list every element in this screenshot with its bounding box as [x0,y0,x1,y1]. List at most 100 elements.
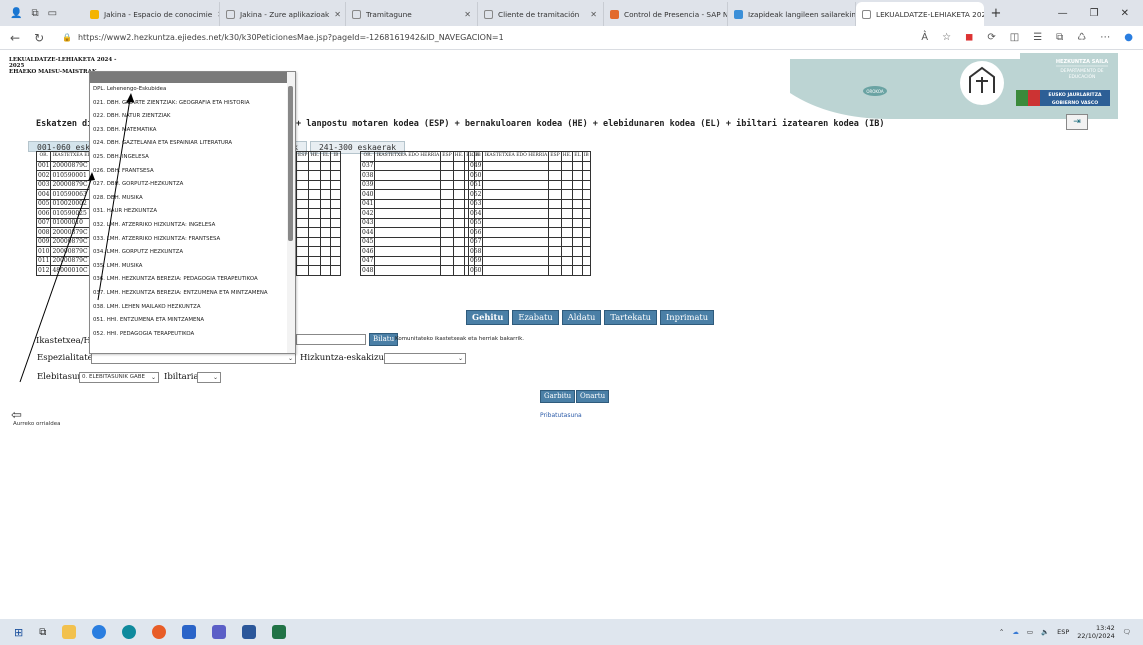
excel-icon[interactable] [272,625,287,639]
code-cell[interactable] [581,255,591,266]
center-code-cell[interactable] [374,255,442,266]
weather-icon[interactable]: ☁ [1012,628,1019,636]
center-code-cell[interactable] [482,198,550,209]
code-cell[interactable] [560,227,574,238]
browser-tab[interactable]: Jakina - Zure aplikazioak ✕ [220,2,346,26]
code-cell[interactable] [548,179,562,190]
print-button[interactable]: Inprimatu [660,310,715,325]
code-cell[interactable] [452,179,466,190]
code-cell[interactable] [452,208,466,219]
code-cell[interactable] [548,208,562,219]
center-input[interactable] [296,334,366,345]
center-code-cell[interactable] [374,179,442,190]
code-cell[interactable] [581,236,591,247]
browser-tab[interactable]: Jakina - Espacio de conocimie✕ [84,2,220,26]
center-code-cell[interactable] [482,236,550,247]
code-cell[interactable] [308,208,322,219]
code-cell[interactable] [560,189,574,200]
center-code-cell[interactable] [482,208,550,219]
copilot-icon[interactable]: ♺ [1077,32,1086,43]
code-cell[interactable] [560,255,574,266]
browser-tab[interactable]: Control de Presencia - SAP Ne✕ [604,2,728,26]
code-cell[interactable] [560,160,574,171]
tab-actions-icon[interactable]: ▭ [48,8,57,19]
code-cell[interactable] [330,255,342,266]
extension-icon[interactable]: ⟳ [987,32,995,43]
teams-icon[interactable] [212,625,227,639]
code-cell[interactable] [440,189,454,200]
browser-tab-active[interactable]: LEKUALDATZE-LEHIAKETA 202✕ [856,2,984,26]
center-code-cell[interactable] [482,265,550,276]
code-cell[interactable] [572,208,583,219]
code-cell[interactable] [440,227,454,238]
accept-button[interactable]: Onartu [576,390,610,403]
code-cell[interactable] [330,246,342,257]
code-cell[interactable] [330,189,342,200]
language-indicator[interactable]: ESP [1057,628,1069,636]
search-button[interactable]: Bilatu [369,333,399,346]
code-cell[interactable] [581,170,591,181]
code-cell[interactable] [330,217,342,228]
code-cell[interactable] [330,208,342,219]
split-screen-icon[interactable]: ◫ [1010,32,1019,43]
code-cell[interactable] [452,198,466,209]
code-cell[interactable] [572,189,583,200]
code-cell[interactable] [572,265,583,276]
code-cell[interactable] [452,236,466,247]
close-icon[interactable]: ✕ [334,10,341,19]
browser-tab[interactable]: Tramitagune ✕ [346,2,478,26]
network-icon[interactable]: ▭ [1027,628,1033,636]
code-cell[interactable] [452,170,466,181]
center-code-cell[interactable] [374,160,442,171]
code-cell[interactable] [548,236,562,247]
code-cell[interactable] [560,246,574,257]
minimize-icon[interactable]: — [1058,8,1068,19]
code-cell[interactable] [330,265,342,276]
code-cell[interactable] [440,160,454,171]
code-cell[interactable] [572,217,583,228]
code-cell[interactable] [572,236,583,247]
code-cell[interactable] [548,189,562,200]
center-code-cell[interactable] [482,255,550,266]
back-icon[interactable]: ← [10,31,20,45]
close-window-icon[interactable]: ✕ [1121,8,1129,19]
code-cell[interactable] [330,227,342,238]
firefox-icon[interactable] [152,625,167,639]
code-cell[interactable] [548,227,562,238]
center-code-cell[interactable] [374,208,442,219]
code-cell[interactable] [308,227,322,238]
center-code-cell[interactable] [482,179,550,190]
code-cell[interactable] [330,170,342,181]
code-cell[interactable] [572,179,583,190]
center-code-cell[interactable] [482,246,550,257]
collections-icon[interactable]: ⧉ [1056,32,1063,43]
code-cell[interactable] [320,179,332,190]
exit-icon[interactable]: ⇥ [1066,114,1088,130]
code-cell[interactable] [452,217,466,228]
modify-button[interactable]: Aldatu [561,310,602,325]
restore-icon[interactable]: ❐ [1090,8,1099,19]
code-cell[interactable] [560,198,574,209]
code-cell[interactable] [452,265,466,276]
code-cell[interactable] [320,198,332,209]
code-cell[interactable] [581,265,591,276]
code-cell[interactable] [440,217,454,228]
code-cell[interactable] [581,179,591,190]
privacy-link[interactable]: Pribatutasuna [540,412,582,419]
app-icon[interactable] [122,625,137,639]
code-cell[interactable] [581,198,591,209]
code-cell[interactable] [320,265,332,276]
code-cell[interactable] [560,179,574,190]
code-cell[interactable] [440,246,454,257]
code-cell[interactable] [308,265,322,276]
center-code-cell[interactable] [482,170,550,181]
previous-page-link[interactable]: Aurreko orrialdea [13,421,61,427]
code-cell[interactable] [548,255,562,266]
code-cell[interactable] [308,179,322,190]
extension-icon[interactable]: ◼ [965,32,973,43]
code-cell[interactable] [440,255,454,266]
center-code-cell[interactable] [482,160,550,171]
read-aloud-icon[interactable]: A͛ [921,32,928,43]
code-cell[interactable] [581,246,591,257]
code-cell[interactable] [572,227,583,238]
